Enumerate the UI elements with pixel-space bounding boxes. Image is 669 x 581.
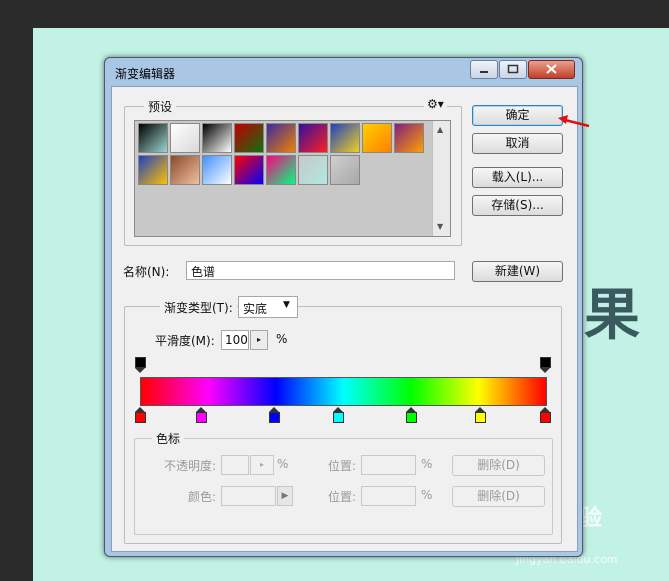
load-button[interactable]: 载入(L)... [472,167,563,188]
ok-button[interactable]: 确定 [472,105,563,126]
presets-list: ▲ ▼ [134,120,451,237]
maximize-button[interactable] [499,60,527,79]
preset-swatch[interactable] [170,155,200,185]
delete-color-stop-button[interactable]: 删除(D) [452,486,545,507]
location2-unit: % [421,488,433,502]
title-bar[interactable]: 渐变编辑器 [105,58,582,86]
presets-scrollbar[interactable]: ▲ ▼ [432,121,450,236]
maximize-icon [507,64,519,74]
preset-swatch[interactable] [394,123,424,153]
delete-opacity-stop-button[interactable]: 删除(D) [452,455,545,476]
preset-swatch[interactable] [202,123,232,153]
color-picker-button[interactable]: ▶ [277,486,293,506]
chevron-down-icon: ▼ [283,300,290,310]
opacity-stop[interactable] [135,357,146,373]
scroll-up-icon[interactable]: ▲ [437,125,443,134]
swatch-grid [138,123,430,193]
preset-swatch[interactable] [234,123,264,153]
cancel-button[interactable]: 取消 [472,133,563,154]
color-stop[interactable] [475,407,487,423]
preset-swatch[interactable] [234,155,264,185]
location2-field[interactable] [361,486,416,506]
smoothness-label: 平滑度(M): [155,334,215,348]
color-stops-row [135,407,551,423]
opacity-stop[interactable] [540,357,551,373]
presets-label: 预设 [144,98,177,115]
location-label: 位置: [328,459,357,473]
app-top-bar [0,0,669,28]
new-button[interactable]: 新建(W) [472,261,563,282]
gradient-type-select[interactable]: 实底 ▼ [238,296,298,318]
scroll-down-icon[interactable]: ▼ [437,222,443,231]
red-arrow-annotation [558,115,590,128]
color-stop[interactable] [135,407,146,423]
stops-label: 色标 [152,430,185,447]
gradient-type-value: 实底 [243,302,268,316]
opacity-stops-row [135,357,551,373]
preset-swatch[interactable] [362,123,392,153]
gradient-editor-dialog: 渐变编辑器 预设 ⚙▾ ▲ ▼ 确定 取消 载入(L)... 存储(S)... … [104,57,583,557]
name-label: 名称(N): [123,265,170,279]
color-swatch-field[interactable] [221,486,276,506]
opacity-slider-button[interactable]: ▸ [250,455,274,475]
opacity-field[interactable] [221,455,249,475]
opacity-unit: % [277,457,289,471]
save-button[interactable]: 存储(S)... [472,195,563,216]
preset-swatch[interactable] [170,123,200,153]
preset-swatch[interactable] [330,123,360,153]
preset-swatch[interactable] [298,123,328,153]
canvas-text: 果 [584,282,640,348]
preset-swatch[interactable] [330,155,360,185]
minimize-button[interactable] [470,60,498,79]
color-stop[interactable] [333,407,345,423]
color-stop[interactable] [540,407,551,423]
app-left-bar [0,28,33,581]
preset-swatch[interactable] [138,123,168,153]
location-field[interactable] [361,455,416,475]
preset-swatch[interactable] [298,155,328,185]
color-label: 颜色: [188,490,217,504]
location-unit: % [421,457,433,471]
gradient-bar[interactable] [140,377,547,406]
dialog-title: 渐变编辑器 [115,67,176,81]
opacity-label: 不透明度: [164,459,217,473]
gear-icon[interactable]: ⚙▾ [424,97,447,111]
preset-swatch[interactable] [266,155,296,185]
minimize-icon [480,71,488,73]
location2-label: 位置: [328,490,357,504]
smoothness-slider-button[interactable]: ▸ [250,330,268,350]
smoothness-unit: % [276,332,288,346]
gradient-type-label: 渐变类型(T): [160,299,237,316]
preset-swatch[interactable] [138,155,168,185]
close-button[interactable] [528,60,575,79]
color-stop[interactable] [195,407,207,423]
preset-swatch[interactable] [266,123,296,153]
smoothness-field[interactable]: 100 [221,330,249,350]
dialog-client: 预设 ⚙▾ ▲ ▼ 确定 取消 载入(L)... 存储(S)... 名称(N):… [111,86,578,552]
color-stop[interactable] [268,407,280,423]
color-stop[interactable] [406,407,418,423]
close-icon [546,64,557,74]
preset-swatch[interactable] [202,155,232,185]
name-field[interactable]: 色谱 [186,261,455,280]
